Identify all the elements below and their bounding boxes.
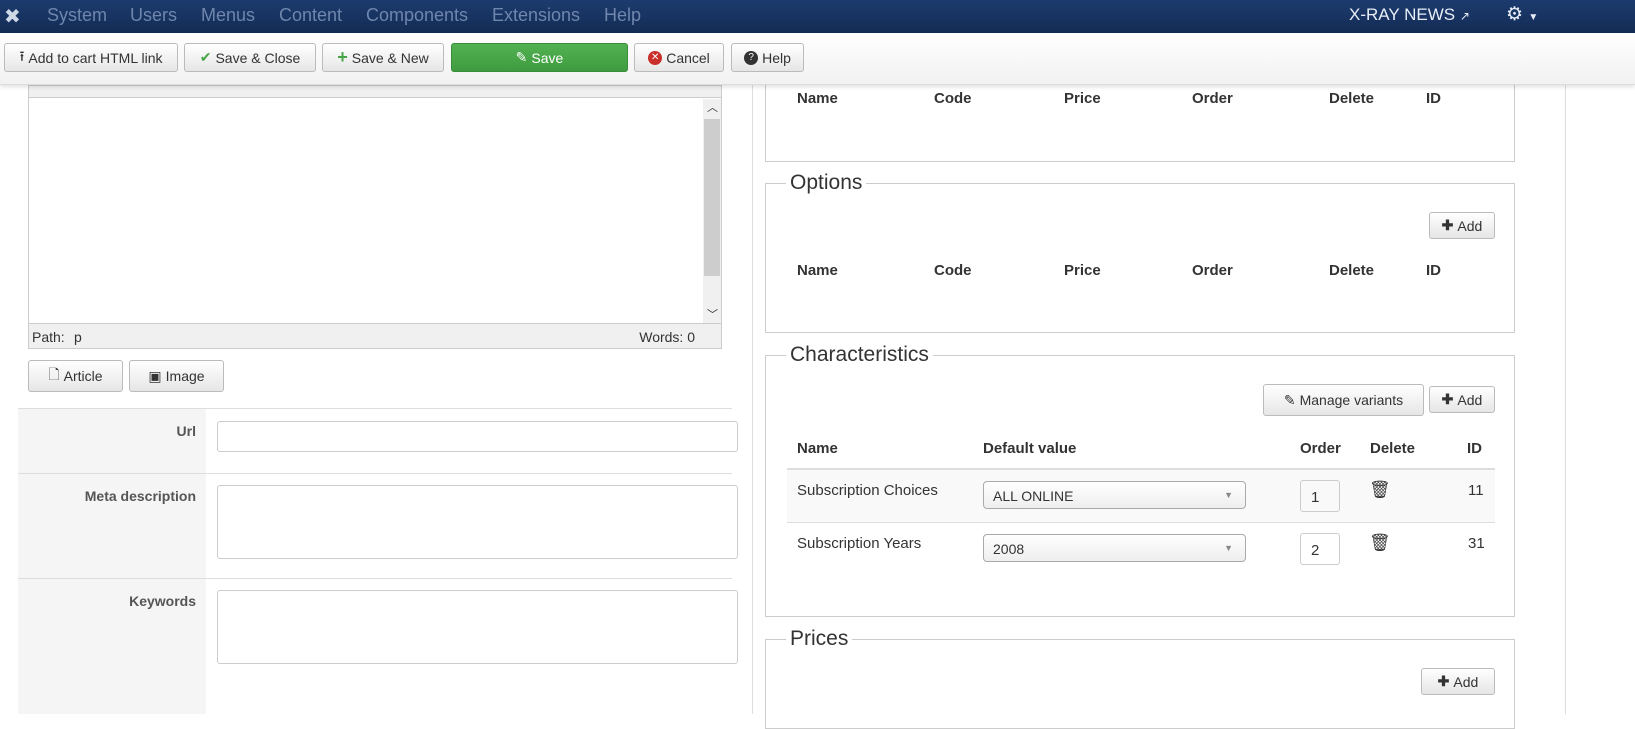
add-to-cart-html-link-button[interactable]: ⭱ Add to cart HTML link (4, 43, 178, 72)
picture-icon: ▣ (148, 367, 162, 384)
save-close-button[interactable]: ✔ Save & Close (184, 43, 316, 72)
col-name: Name (797, 90, 838, 107)
editor-scrollbar[interactable]: ︿ ﹀ (703, 99, 721, 324)
help-icon: ? (744, 50, 759, 65)
manage-variants-button[interactable]: ✎ Manage variants (1263, 384, 1424, 416)
page-edge (1565, 33, 1566, 714)
word-count: Words: 0 (639, 329, 695, 345)
upload-icon: ⭱ (19, 47, 25, 64)
prices-fieldset: Prices ✚ Add (765, 627, 1515, 729)
file-add-icon: 🗋 (48, 366, 60, 382)
dropdown-arrow-icon: ▼ (1224, 543, 1233, 553)
default-value-select[interactable]: ALL ONLINE ▼ (983, 481, 1246, 509)
row-name: Subscription Years (797, 535, 922, 552)
text-editor[interactable]: ︿ ﹀ Path: p Words: 0 (28, 85, 722, 349)
col-delete: Delete (1370, 440, 1416, 457)
site-name: X-RAY NEWS (1349, 5, 1456, 24)
col-id: ID (1467, 440, 1482, 457)
col-default-value: Default value (983, 440, 1077, 457)
cancel-button[interactable]: ✕ Cancel (634, 43, 724, 72)
row-name: Subscription Choices (797, 482, 938, 499)
col-delete: Delete (1329, 90, 1375, 107)
edit-icon: ✎ (515, 49, 528, 65)
col-id: ID (1426, 90, 1441, 107)
options-fieldset: Options ✚ Add Name Code Price Order Delet… (765, 171, 1515, 333)
row-id: 11 (1468, 482, 1484, 499)
url-row: Url (18, 408, 738, 473)
menu-content[interactable]: Content (279, 5, 342, 26)
menu-system[interactable]: System (47, 5, 107, 26)
plus-icon: ✚ (1441, 391, 1454, 407)
meta-description-textarea[interactable] (217, 485, 738, 559)
row-id: 31 (1468, 535, 1485, 552)
prices-add-button[interactable]: ✚ Add (1421, 668, 1495, 695)
characteristics-legend: Characteristics (786, 343, 933, 367)
meta-row: Meta description (18, 473, 738, 578)
site-link[interactable]: X-RAY NEWS ↗ (1349, 5, 1470, 25)
editor-toolbar[interactable] (29, 86, 721, 98)
trash-icon[interactable]: 🗑 (1369, 480, 1391, 500)
col-name: Name (797, 262, 838, 279)
options-legend: Options (786, 171, 867, 195)
check-icon: ✔ (199, 49, 212, 65)
joomla-logo-icon[interactable]: ✖ (4, 4, 21, 29)
plus-icon: ✚ (1441, 217, 1454, 233)
article-button[interactable]: 🗋 Article (28, 360, 123, 392)
scroll-up-icon[interactable]: ︿ (707, 99, 718, 115)
col-price: Price (1064, 262, 1101, 279)
column-divider (752, 85, 753, 714)
path-label: Path: (32, 329, 65, 345)
pencil-icon: ✎ (1283, 391, 1296, 408)
keywords-row: Keywords (18, 578, 738, 714)
save-button[interactable]: ✎ Save (451, 43, 628, 72)
menu-menus[interactable]: Menus (201, 5, 255, 26)
path-value: p (74, 329, 82, 345)
url-input[interactable] (217, 421, 738, 452)
toolbar: ⭱ Add to cart HTML link ✔ Save & Close + Sa… (0, 33, 1635, 85)
options-add-button[interactable]: ✚ Add (1429, 212, 1495, 239)
help-button[interactable]: ? Help (731, 43, 804, 72)
settings-gear-icon[interactable]: ⚙ ▼ (1506, 3, 1538, 26)
default-value-select[interactable]: 2008 ▼ (983, 534, 1246, 562)
save-new-button[interactable]: + Save & New (322, 43, 444, 72)
order-input[interactable]: 1 (1300, 480, 1340, 512)
trash-icon[interactable]: 🗑 (1369, 533, 1391, 553)
characteristics-add-button[interactable]: ✚ Add (1429, 386, 1495, 413)
menu-extensions[interactable]: Extensions (492, 5, 580, 26)
col-code: Code (934, 262, 972, 279)
col-delete: Delete (1329, 262, 1375, 279)
col-code: Code (934, 90, 972, 107)
order-input[interactable]: 2 (1300, 533, 1340, 565)
meta-description-label: Meta description (18, 474, 206, 578)
menu-components[interactable]: Components (366, 5, 468, 26)
prices-legend: Prices (786, 627, 853, 651)
keywords-label: Keywords (18, 579, 206, 714)
col-order: Order (1300, 440, 1341, 457)
cancel-icon: ✕ (648, 50, 663, 65)
editor-statusbar: Path: p Words: 0 (29, 323, 721, 348)
image-button[interactable]: ▣ Image (129, 360, 224, 392)
menu-help[interactable]: Help (604, 5, 641, 26)
plus-icon: + (337, 47, 348, 67)
table-row: Subscription Choices ALL ONLINE ▼ 1 🗑 11 (787, 468, 1495, 522)
col-order: Order (1192, 90, 1233, 107)
characteristics-fieldset: Characteristics ✎ Manage variants ✚ Add Na… (765, 343, 1515, 617)
col-price: Price (1064, 90, 1101, 107)
url-label: Url (18, 409, 206, 473)
top-navbar: ✖ System Users Menus Content Components … (0, 0, 1635, 33)
plus-icon: ✚ (1437, 673, 1450, 689)
table-row: Subscription Years 2008 ▼ 2 🗑 31 (787, 522, 1495, 576)
scroll-down-icon[interactable]: ﹀ (707, 306, 718, 322)
menu-users[interactable]: Users (130, 5, 177, 26)
col-order: Order (1192, 262, 1233, 279)
keywords-textarea[interactable] (217, 590, 738, 664)
col-name: Name (797, 440, 838, 457)
dropdown-arrow-icon: ▼ (1224, 490, 1233, 500)
col-id: ID (1426, 262, 1441, 279)
external-link-icon: ↗ (1459, 9, 1470, 23)
